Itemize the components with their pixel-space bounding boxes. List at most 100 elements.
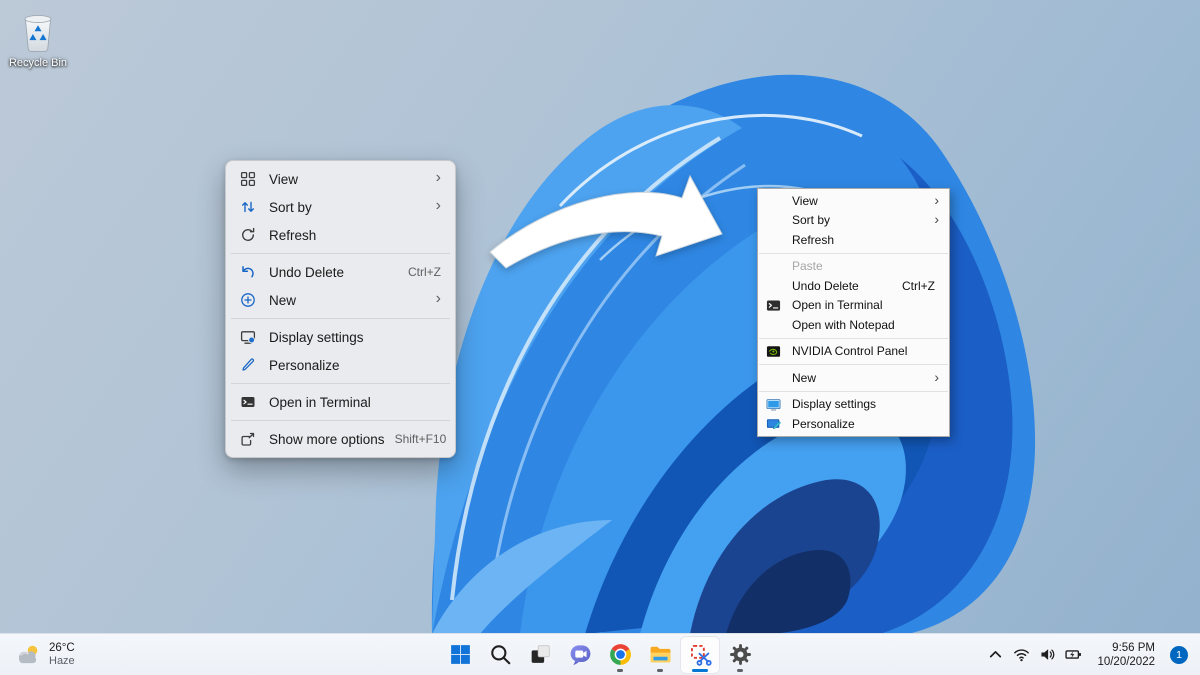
menu-item-shortcut: Shift+F10 <box>395 432 447 446</box>
weather-condition: Haze <box>49 655 75 668</box>
menu-separator <box>759 391 948 392</box>
menu-item-shortcut: Ctrl+Z <box>902 279 935 293</box>
menu-item-label: Undo Delete <box>792 279 894 293</box>
desktop[interactable]: Recycle Bin View›Sort by›RefreshUndo Del… <box>0 0 1200 675</box>
menu-item-label: Show more options <box>269 432 385 447</box>
taskbar-search-button[interactable] <box>480 636 520 674</box>
wallpaper-bloom <box>0 0 1200 675</box>
personalize-sm-icon <box>764 416 792 432</box>
menu-item-label: View <box>269 172 426 187</box>
taskbar: 26°C Haze 9:56 PM 10/20/2022 1 <box>0 633 1200 675</box>
chevron-up-icon[interactable] <box>987 646 1004 663</box>
clock-time: 9:56 PM <box>1097 641 1155 655</box>
nvidia-icon <box>764 343 792 359</box>
menu-item-label: Open in Terminal <box>792 298 939 312</box>
menu-separator <box>759 253 948 254</box>
partly-cloudy-icon <box>14 641 42 669</box>
icon-spacer <box>764 278 792 294</box>
menu-separator <box>231 383 450 384</box>
sort-icon <box>239 199 256 216</box>
icon-spacer <box>764 317 792 333</box>
icon-spacer <box>764 193 792 209</box>
taskbar-clock[interactable]: 9:56 PM 10/20/2022 <box>1097 641 1155 669</box>
menu-item-undo-delete[interactable]: Undo Delete Ctrl+Z <box>758 276 949 296</box>
brush-icon <box>239 357 256 374</box>
menu-item-personalize[interactable]: Personalize <box>230 351 451 379</box>
menu-item-open-in-terminal[interactable]: Open in Terminal <box>230 388 451 416</box>
weather-temp: 26°C <box>49 642 75 655</box>
terminal-sm-icon <box>764 297 792 313</box>
weather-widget[interactable]: 26°C Haze <box>0 634 89 675</box>
taskbar-chrome-button[interactable] <box>600 636 640 674</box>
terminal-icon <box>239 394 256 411</box>
icon-spacer <box>764 370 792 386</box>
menu-item-refresh[interactable]: Refresh <box>230 221 451 249</box>
taskbar-settings-button[interactable] <box>720 636 760 674</box>
context-menu-win11: View›Sort by›RefreshUndo DeleteCtrl+ZNew… <box>225 160 456 458</box>
chat-icon <box>568 642 593 667</box>
menu-separator <box>231 253 450 254</box>
clock-date: 10/20/2022 <box>1097 655 1155 669</box>
menu-item-open-in-terminal[interactable]: Open in Terminal <box>758 296 949 316</box>
menu-item-label: Sort by <box>269 200 426 215</box>
file-explorer-icon <box>648 642 673 667</box>
display-blue-icon <box>764 396 792 412</box>
chevron-right-icon: › <box>934 193 939 207</box>
menu-item-view[interactable]: View› <box>758 191 949 211</box>
recycle-bin[interactable]: Recycle Bin <box>2 6 74 69</box>
taskbar-task-view-button[interactable] <box>520 636 560 674</box>
menu-item-personalize[interactable]: Personalize <box>758 414 949 434</box>
taskbar-snipping-tool-button[interactable] <box>680 636 720 674</box>
weather-text: 26°C Haze <box>49 642 75 668</box>
wifi-icon[interactable] <box>1013 646 1030 663</box>
menu-item-sort-by[interactable]: Sort by› <box>230 193 451 221</box>
chevron-right-icon: › <box>934 212 939 226</box>
menu-separator <box>759 364 948 365</box>
battery-icon[interactable] <box>1065 646 1082 663</box>
menu-item-undo-delete[interactable]: Undo Delete Ctrl+Z <box>230 258 451 286</box>
show-more-icon <box>239 431 256 448</box>
menu-item-new[interactable]: New› <box>758 368 949 388</box>
grid-icon <box>239 171 256 188</box>
menu-item-nvidia-control-panel[interactable]: NVIDIA Control Panel <box>758 342 949 362</box>
menu-item-paste: Paste <box>758 257 949 277</box>
taskbar-center <box>440 634 760 675</box>
taskbar-file-explorer-button[interactable] <box>640 636 680 674</box>
undo-icon <box>239 264 256 281</box>
context-menu-classic: View›Sort by›RefreshPasteUndo DeleteCtrl… <box>757 188 950 437</box>
menu-separator <box>759 338 948 339</box>
menu-item-label: Personalize <box>792 417 939 431</box>
menu-item-label: Paste <box>792 259 939 273</box>
menu-item-label: Refresh <box>269 228 441 243</box>
menu-item-label: New <box>269 293 426 308</box>
running-indicator <box>692 669 708 672</box>
recycle-bin-label: Recycle Bin <box>9 57 67 69</box>
start-icon <box>448 642 473 667</box>
menu-item-label: Undo Delete <box>269 265 398 280</box>
chevron-right-icon: › <box>934 370 939 384</box>
icon-spacer <box>764 258 792 274</box>
menu-item-label: View <box>792 194 934 208</box>
menu-separator <box>231 420 450 421</box>
menu-separator <box>231 318 450 319</box>
menu-item-open-with-notepad[interactable]: Open with Notepad <box>758 315 949 335</box>
menu-item-display-settings[interactable]: Display settings <box>758 395 949 415</box>
menu-item-view[interactable]: View› <box>230 165 451 193</box>
menu-item-display-settings[interactable]: Display settings <box>230 323 451 351</box>
menu-item-show-more-options[interactable]: Show more options Shift+F10 <box>230 425 451 453</box>
menu-item-sort-by[interactable]: Sort by› <box>758 211 949 231</box>
chevron-right-icon: › <box>436 291 441 307</box>
volume-icon[interactable] <box>1039 646 1056 663</box>
menu-item-shortcut: Ctrl+Z <box>408 265 441 279</box>
refresh-icon <box>239 227 256 244</box>
notification-badge[interactable]: 1 <box>1170 646 1188 664</box>
system-tray: 9:56 PM 10/20/2022 1 <box>987 634 1200 675</box>
menu-item-refresh[interactable]: Refresh <box>758 230 949 250</box>
menu-item-label: Refresh <box>792 233 939 247</box>
display-icon <box>239 329 256 346</box>
taskbar-chat-button[interactable] <box>560 636 600 674</box>
menu-item-new[interactable]: New › <box>230 286 451 314</box>
snipping-tool-icon <box>688 642 713 667</box>
taskbar-start-button[interactable] <box>440 636 480 674</box>
task-view-icon <box>528 642 553 667</box>
